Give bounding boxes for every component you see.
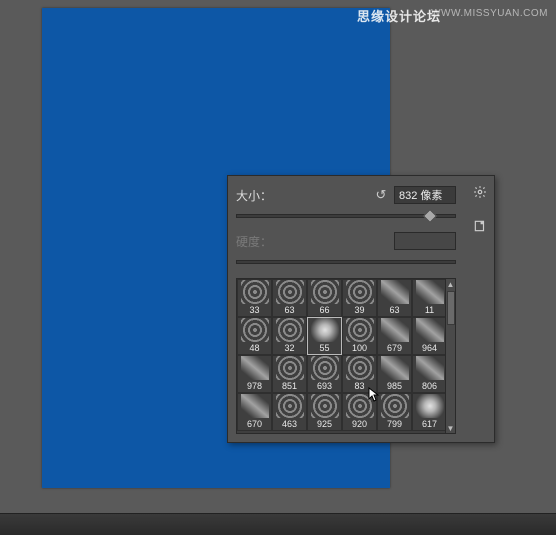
brush-thumbnail bbox=[346, 356, 374, 380]
brush-size-label: 920 bbox=[352, 419, 367, 429]
brush-size-label: 100 bbox=[352, 343, 367, 353]
brush-preset[interactable]: 32 bbox=[272, 317, 307, 355]
brush-size-label: 964 bbox=[422, 343, 437, 353]
brush-thumbnail bbox=[346, 280, 374, 304]
size-input[interactable] bbox=[394, 186, 456, 204]
brush-size-label: 463 bbox=[282, 419, 297, 429]
size-slider[interactable] bbox=[236, 208, 456, 222]
hardness-label: 硬度： bbox=[236, 233, 286, 250]
brush-thumbnail bbox=[241, 356, 269, 380]
brush-preset[interactable]: 679 bbox=[377, 317, 412, 355]
brush-thumbnail bbox=[346, 318, 374, 342]
brush-size-label: 63 bbox=[284, 305, 294, 315]
brush-size-label: 679 bbox=[387, 343, 402, 353]
brush-preset[interactable]: 463 bbox=[272, 393, 307, 431]
brush-preset[interactable]: 617 bbox=[412, 393, 447, 431]
brush-size-label: 985 bbox=[387, 381, 402, 391]
brush-preset[interactable]: 39 bbox=[342, 279, 377, 317]
brush-size-label: 55 bbox=[319, 343, 329, 353]
brush-size-label: 32 bbox=[284, 343, 294, 353]
brush-size-label: 806 bbox=[422, 381, 437, 391]
brush-size-label: 925 bbox=[317, 419, 332, 429]
brush-size-label: 851 bbox=[282, 381, 297, 391]
brush-thumbnail bbox=[381, 356, 409, 380]
size-label: 大小： bbox=[236, 187, 286, 204]
gear-icon[interactable] bbox=[472, 184, 488, 200]
brush-preset[interactable]: 920 bbox=[342, 393, 377, 431]
brush-thumbnail bbox=[416, 356, 444, 380]
brush-thumbnail bbox=[276, 280, 304, 304]
brush-preset[interactable]: 33 bbox=[237, 279, 272, 317]
scroll-up-icon[interactable]: ▲ bbox=[447, 279, 455, 289]
brush-thumbnail bbox=[416, 280, 444, 304]
brush-size-label: 39 bbox=[354, 305, 364, 315]
brush-preset[interactable]: 985 bbox=[377, 355, 412, 393]
brush-thumbnail bbox=[416, 394, 444, 418]
brush-thumbnail bbox=[241, 280, 269, 304]
brush-preset[interactable]: 66 bbox=[307, 279, 342, 317]
brush-size-label: 670 bbox=[247, 419, 262, 429]
brush-thumbnail bbox=[381, 394, 409, 418]
brush-thumbnail bbox=[276, 394, 304, 418]
brush-preset[interactable]: 55 bbox=[307, 317, 342, 355]
brush-thumbnail bbox=[311, 318, 339, 342]
brush-preset[interactable]: 693 bbox=[307, 355, 342, 393]
brush-thumbnail bbox=[241, 318, 269, 342]
brush-thumbnail bbox=[311, 356, 339, 380]
brush-size-label: 799 bbox=[387, 419, 402, 429]
brush-preset[interactable]: 925 bbox=[307, 393, 342, 431]
brush-size-label: 978 bbox=[247, 381, 262, 391]
brush-preset[interactable]: 806 bbox=[412, 355, 447, 393]
brush-preset-popup: 大小： ↺ 硬度： 33 63 66 39 63 11 48 32 55 100 679 964 978… bbox=[227, 175, 495, 443]
brush-thumbnail bbox=[381, 280, 409, 304]
brush-preset[interactable]: 63 bbox=[377, 279, 412, 317]
hardness-slider bbox=[236, 254, 456, 268]
brush-preset[interactable]: 100 bbox=[342, 317, 377, 355]
hardness-input bbox=[394, 232, 456, 250]
brush-size-label: 33 bbox=[249, 305, 259, 315]
brush-thumbnail bbox=[276, 318, 304, 342]
new-preset-icon[interactable] bbox=[472, 218, 488, 234]
brush-size-label: 617 bbox=[422, 419, 437, 429]
brush-preset[interactable]: 83 bbox=[342, 355, 377, 393]
brush-thumbnail bbox=[276, 356, 304, 380]
brush-thumbnail bbox=[311, 280, 339, 304]
brush-thumbnail bbox=[381, 318, 409, 342]
watermark-cn: 思缘设计论坛 bbox=[357, 6, 441, 25]
reset-size-icon[interactable]: ↺ bbox=[374, 188, 388, 202]
watermark-en: WWW.MISSYUAN.COM bbox=[431, 8, 548, 19]
brush-size-label: 83 bbox=[354, 381, 364, 391]
brush-size-label: 11 bbox=[425, 305, 434, 315]
brush-preset[interactable]: 48 bbox=[237, 317, 272, 355]
brush-preset[interactable]: 978 bbox=[237, 355, 272, 393]
brush-preset[interactable]: 799 bbox=[377, 393, 412, 431]
brush-preset[interactable]: 964 bbox=[412, 317, 447, 355]
brush-preset[interactable]: 11 bbox=[412, 279, 447, 317]
scroll-handle[interactable] bbox=[447, 291, 455, 325]
brush-preset-grid: 33 63 66 39 63 11 48 32 55 100 679 964 978 851 693 83 98… bbox=[236, 278, 456, 434]
brush-preset[interactable]: 851 bbox=[272, 355, 307, 393]
brush-size-label: 48 bbox=[249, 343, 259, 353]
brush-preset[interactable]: 670 bbox=[237, 393, 272, 431]
brush-size-label: 693 bbox=[317, 381, 332, 391]
scroll-down-icon[interactable]: ▼ bbox=[447, 423, 455, 433]
brush-preset[interactable]: 63 bbox=[272, 279, 307, 317]
brush-thumbnail bbox=[346, 394, 374, 418]
brush-size-label: 66 bbox=[319, 305, 329, 315]
brush-thumbnail bbox=[241, 394, 269, 418]
brush-size-label: 63 bbox=[389, 305, 399, 315]
status-bar bbox=[0, 513, 556, 535]
brush-thumbnail bbox=[416, 318, 444, 342]
brush-thumbnail bbox=[311, 394, 339, 418]
brush-grid-scrollbar[interactable]: ▲ ▼ bbox=[445, 279, 455, 433]
